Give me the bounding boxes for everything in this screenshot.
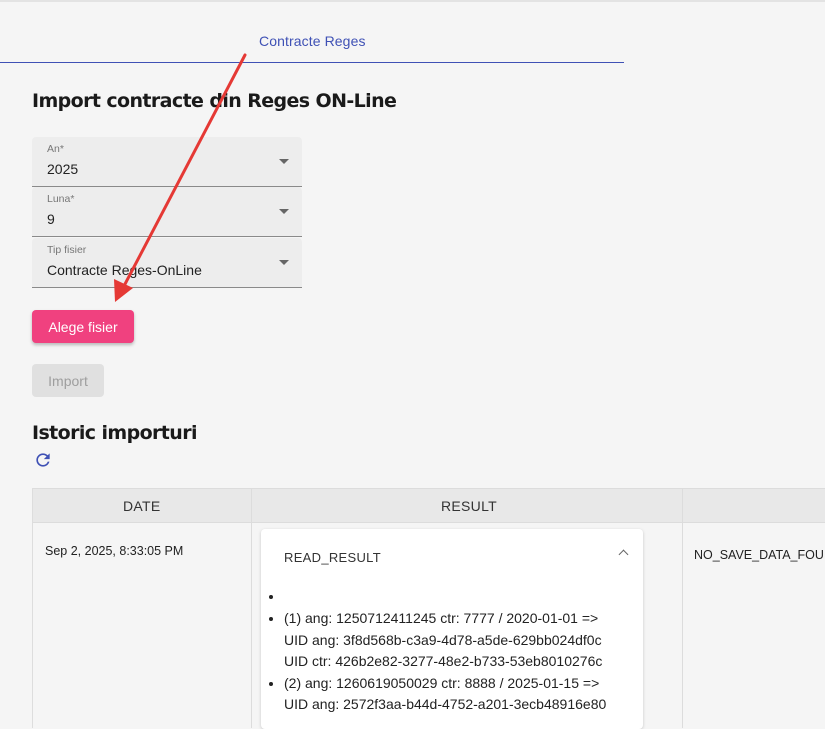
- annotation-arrow: [114, 53, 247, 302]
